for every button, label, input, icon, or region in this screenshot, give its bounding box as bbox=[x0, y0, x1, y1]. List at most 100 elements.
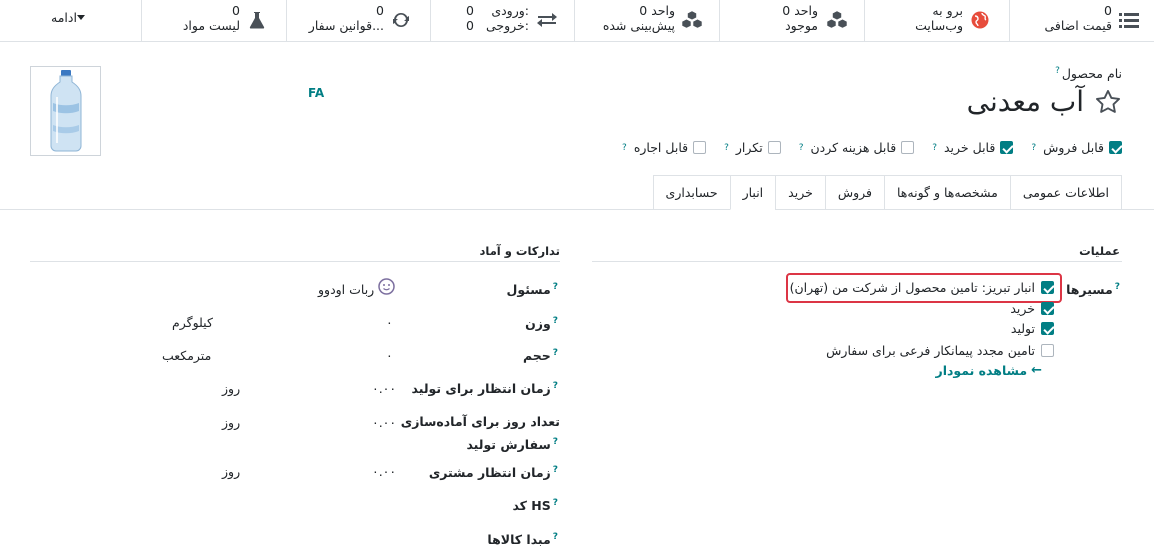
help-icon[interactable]: ? bbox=[553, 532, 558, 542]
prep-days-input[interactable]: ۰.۰۰ bbox=[372, 412, 396, 433]
responsible-value: ربات اودوو bbox=[318, 282, 375, 297]
route-item[interactable]: تولید bbox=[1011, 321, 1054, 336]
caret-down-icon bbox=[76, 15, 85, 20]
tab-purchase[interactable]: خرید bbox=[775, 175, 825, 210]
tab-general-info[interactable]: اطلاعات عمومی bbox=[1009, 175, 1122, 210]
product-title-row: آب معدنی bbox=[967, 85, 1122, 118]
tab-attributes[interactable]: مشخصه‌ها و گونه‌ها bbox=[884, 175, 1010, 210]
route-item[interactable]: خرید bbox=[1010, 301, 1054, 316]
option-recurring[interactable]: تکرار ? bbox=[722, 140, 781, 155]
on-hand-label: موجود bbox=[785, 18, 818, 33]
notebook-tabs: اطلاعات عمومی مشخصه‌ها و گونه‌ها فروش خر… bbox=[652, 175, 1122, 210]
tab-inventory[interactable]: انبار bbox=[729, 175, 776, 210]
extra-price-label: قیمت اضافی bbox=[1044, 18, 1112, 33]
help-icon[interactable]: ? bbox=[1115, 282, 1120, 292]
product-name[interactable]: آب معدنی bbox=[967, 85, 1084, 118]
cubes-icon bbox=[826, 9, 848, 31]
checkbox[interactable] bbox=[1041, 322, 1054, 335]
on-hand-button[interactable]: 0 واحد موجود bbox=[720, 0, 865, 42]
help-icon[interactable]: ? bbox=[553, 465, 558, 475]
section-divider bbox=[592, 261, 1122, 262]
smart-button-box: ادامه 0 لیست مواد 0 قوانین سفار... 0 0 و… bbox=[0, 0, 1154, 42]
extra-price-count: 0 bbox=[1104, 3, 1112, 18]
view-diagram-link[interactable]: ← مشاهده نمودار bbox=[936, 363, 1042, 378]
help-icon[interactable]: ? bbox=[799, 143, 804, 153]
tab-underline bbox=[0, 209, 1154, 210]
forecast-label: پیش‌بینی شده bbox=[602, 18, 675, 33]
help-icon[interactable]: ? bbox=[622, 143, 627, 153]
out-label: خروجی: bbox=[485, 18, 529, 33]
on-hand-qty: 0 واحد bbox=[782, 3, 818, 18]
checkbox[interactable] bbox=[1000, 141, 1014, 154]
in-label: ورودی: bbox=[491, 3, 529, 18]
help-icon[interactable]: ? bbox=[553, 348, 558, 358]
mfg-lead-unit: روز bbox=[222, 381, 241, 396]
help-icon[interactable]: ? bbox=[553, 381, 558, 391]
option-can-be-expensed[interactable]: قابل هزینه کردن ? bbox=[797, 140, 915, 155]
language-button[interactable]: FA bbox=[308, 86, 324, 100]
field-label-text: زمان انتظار برای تولید bbox=[411, 381, 551, 397]
origin-label: مبدا کالاها? bbox=[487, 527, 560, 550]
help-icon[interactable]: ? bbox=[1031, 143, 1036, 153]
help-icon[interactable]: ? bbox=[553, 498, 558, 508]
product-name-label-text: نام محصول bbox=[1061, 66, 1122, 82]
bom-button[interactable]: 0 لیست مواد bbox=[143, 0, 287, 42]
website-button[interactable]: برو به وب‌سایت bbox=[865, 0, 1010, 42]
option-can-be-purchased[interactable]: قابل خرید ? bbox=[930, 140, 1014, 155]
tab-sales[interactable]: فروش bbox=[824, 175, 884, 210]
field-label-text: زمان انتظار مشتری bbox=[428, 465, 551, 481]
field-label-text: حجم bbox=[522, 348, 551, 364]
weight-input[interactable]: ۰ bbox=[386, 312, 393, 333]
more-label: ادامه bbox=[51, 10, 77, 25]
bom-label: لیست مواد bbox=[182, 18, 240, 33]
route-item[interactable]: انبار تبریز: تامین محصول از شرکت من (تهر… bbox=[790, 280, 1054, 295]
field-label-text: سفارش تولید bbox=[466, 437, 551, 453]
field-label-text: مسئول bbox=[506, 282, 551, 298]
field-label-text: کد HS bbox=[512, 498, 551, 514]
list-icon bbox=[1118, 9, 1140, 31]
checkbox[interactable] bbox=[1041, 344, 1054, 357]
operations-title: عملیات bbox=[1079, 244, 1120, 258]
reorder-rules-button[interactable]: 0 قوانین سفار... bbox=[287, 0, 431, 42]
website-label: وب‌سایت bbox=[915, 18, 963, 33]
mfg-lead-label: زمان انتظار برای تولید? bbox=[412, 376, 561, 399]
view-diagram-label: مشاهده نمودار bbox=[935, 363, 1028, 378]
help-icon[interactable]: ? bbox=[724, 143, 729, 153]
prep-days-label: تعداد روز برای آماده‌سازی سفارش تولید? bbox=[401, 411, 560, 455]
checkbox[interactable] bbox=[1109, 141, 1122, 154]
option-label: قابل اجاره bbox=[633, 140, 689, 155]
help-icon[interactable]: ? bbox=[553, 437, 558, 447]
tab-accounting[interactable]: حسابداری bbox=[652, 175, 730, 210]
checkbox[interactable] bbox=[767, 141, 781, 154]
checkbox[interactable] bbox=[1041, 281, 1054, 294]
cubes-icon bbox=[681, 9, 703, 31]
checkbox[interactable] bbox=[901, 141, 915, 154]
customer-lead-label: زمان انتظار مشتری? bbox=[429, 460, 560, 483]
volume-input[interactable]: ۰ bbox=[386, 345, 393, 366]
product-image[interactable] bbox=[30, 66, 101, 156]
checkbox[interactable] bbox=[693, 141, 707, 154]
forecast-qty: 0 واحد bbox=[639, 3, 675, 18]
mfg-lead-input[interactable]: ۰.۰۰ bbox=[372, 378, 396, 399]
product-options: قابل فروش ? قابل خرید ? قابل هزینه کردن … bbox=[620, 140, 1122, 155]
responsible-field[interactable]: ربات اودوو bbox=[318, 278, 395, 301]
customer-lead-input[interactable]: ۰.۰۰ bbox=[372, 461, 396, 482]
star-icon[interactable] bbox=[1094, 88, 1122, 116]
routes-label-text: مسیرها bbox=[1066, 282, 1113, 298]
extra-price-button[interactable]: 0 قیمت اضافی bbox=[1010, 0, 1154, 42]
help-icon[interactable]: ? bbox=[932, 143, 937, 153]
logistics-title: تدارکات و آماد bbox=[479, 244, 560, 258]
forecast-button[interactable]: 0 واحد پیش‌بینی شده bbox=[575, 0, 720, 42]
in-out-button[interactable]: 0 0 ورودی: خروجی: bbox=[431, 0, 575, 42]
more-dropdown[interactable]: ادامه bbox=[0, 0, 142, 42]
checkbox[interactable] bbox=[1041, 302, 1054, 315]
routes-label: مسیرها? bbox=[1066, 277, 1122, 300]
option-can-be-sold[interactable]: قابل فروش ? bbox=[1029, 140, 1122, 155]
option-label: تکرار bbox=[735, 140, 763, 155]
route-item[interactable]: تامین مجدد پیمانکار فرعی برای سفارش bbox=[826, 343, 1054, 358]
help-icon[interactable]: ? bbox=[1055, 66, 1060, 76]
help-icon[interactable]: ? bbox=[553, 316, 558, 326]
help-icon[interactable]: ? bbox=[553, 282, 558, 292]
option-can-be-rented[interactable]: قابل اجاره ? bbox=[620, 140, 707, 155]
hs-code-label: کد HS? bbox=[512, 493, 560, 516]
